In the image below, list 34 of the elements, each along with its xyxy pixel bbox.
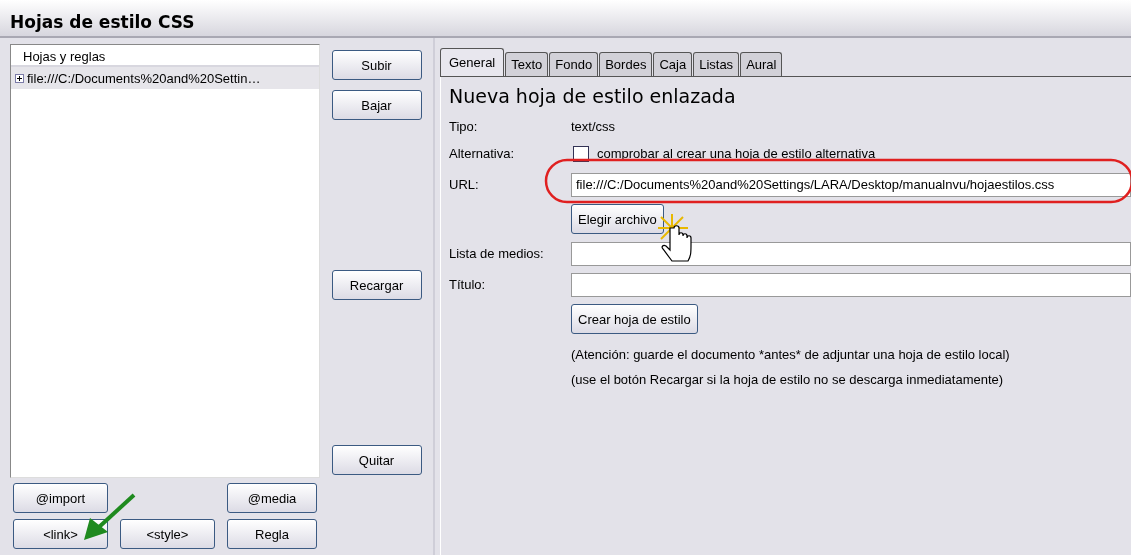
input-field[interactable]	[571, 272, 1131, 297]
choose-file-button[interactable]: Elegir archivo	[571, 204, 664, 234]
side-button[interactable]: Bajar	[331, 90, 422, 120]
field-label: Alternativa:	[449, 146, 516, 161]
input-field[interactable]	[571, 241, 1131, 266]
tab[interactable]: Caja	[653, 52, 693, 76]
field-value: text/css	[571, 119, 616, 134]
note-text: (use el botón Recargar si la hoja de estilo no se descarga inmediatamente)	[571, 371, 1005, 389]
tree-item[interactable]: file:///C:/Documents%20and%20Settin…	[11, 67, 319, 89]
note-text: (Atención: guarde el documento *antes* de adjuntar una hoja de estilo local)	[571, 346, 1011, 364]
tab[interactable]: Texto	[505, 52, 549, 76]
window-title: Hojas de estilo CSS	[0, 0, 1131, 38]
tab[interactable]: Aural	[740, 52, 783, 76]
tab[interactable]: Fondo	[549, 52, 599, 76]
tab[interactable]: Bordes	[599, 52, 653, 76]
side-button[interactable]: Subir	[331, 50, 422, 80]
toolbar-button[interactable]: @media	[227, 483, 317, 513]
url-field[interactable]: file:///C:/Documents%20and%20Settings/LARA/Desktop/manualnvu/hojaestilos.css	[571, 172, 1131, 197]
field-label: Lista de medios:	[449, 246, 545, 261]
field-label: URL:	[449, 177, 480, 192]
field-label: Título:	[449, 277, 487, 292]
side-button[interactable]: Recargar	[331, 270, 422, 300]
toolbar-button[interactable]: @import	[13, 483, 108, 513]
expander-icon[interactable]	[15, 73, 24, 83]
section-heading: Nueva hoja de estilo enlazada	[449, 85, 737, 107]
field-label: Tipo:	[449, 119, 479, 134]
side-button[interactable]: Quitar	[331, 445, 422, 475]
toolbar-button[interactable]: <link>	[13, 519, 108, 549]
create-button[interactable]: Crear hoja de estilo	[571, 304, 698, 334]
tab[interactable]: General	[440, 48, 505, 76]
toolbar-button[interactable]: Regla	[227, 519, 317, 549]
checkbox-label: comprobar al crear una hoja de estilo alternativa	[597, 146, 876, 161]
tab[interactable]: Listas	[693, 52, 740, 76]
toolbar-button[interactable]: <style>	[120, 519, 215, 549]
